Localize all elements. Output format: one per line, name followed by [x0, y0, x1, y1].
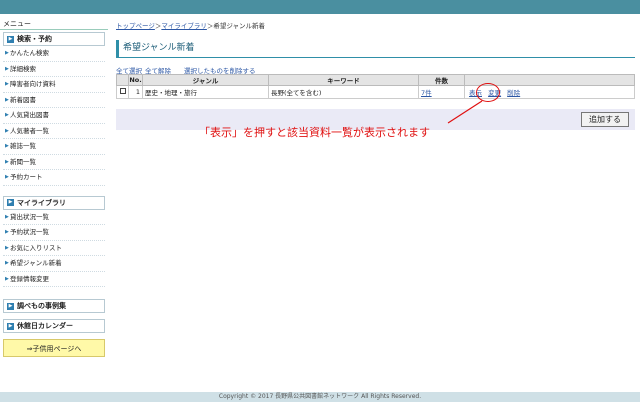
row-checkbox[interactable]	[119, 88, 126, 94]
square-bullet-icon: ▶	[7, 199, 14, 206]
menu-item-popular-loans[interactable]: ▶ 人気貸出図書	[3, 108, 105, 124]
menu-item-new-books[interactable]: ▶ 新着図書	[3, 93, 105, 108]
genre-table: No. ジャンル キーワード 件数 1 歴史・地理・旅行 長野(全てを含む) 7…	[116, 74, 635, 99]
menu-item-registration-change[interactable]: ▶ 登録情報変更	[3, 272, 105, 287]
row-keyword: 長野(全てを含む)	[268, 85, 419, 99]
menu-item-label: 貸出状況一覧	[10, 212, 49, 221]
menu-item-genre-new-arrivals[interactable]: ▶ 希望ジャンル新着	[3, 256, 105, 272]
highlight-circle	[476, 83, 500, 102]
menu-item-label: 障害者向け資料	[10, 80, 56, 88]
arrow-icon: ▶	[5, 127, 9, 134]
menu-item-label: 詳細検索	[10, 64, 36, 73]
menu-section-research-cases[interactable]: ▶ 調べもの事例集	[3, 299, 105, 313]
square-bullet-icon: ▶	[7, 322, 14, 330]
arrow-icon: ▶	[5, 65, 9, 72]
table-header-row: No. ジャンル キーワード 件数	[116, 74, 635, 86]
menu-item-favorites[interactable]: ▶ お気に入りリスト	[3, 241, 105, 256]
arrow-icon: ▶	[5, 143, 9, 149]
menu-title: メニュー	[0, 18, 108, 30]
menu-item-label: かんたん検索	[10, 49, 49, 57]
menu-item-accessible-materials[interactable]: ▶ 障害者向け資料	[3, 77, 105, 93]
page-title: 希望ジャンル新着	[116, 40, 635, 58]
row-count-link[interactable]: 7件	[421, 89, 432, 97]
table-row: 1 歴史・地理・旅行 長野(全てを含む) 7件 表示 変更 削除	[116, 85, 635, 99]
menu-item-label: 予約カート	[10, 173, 43, 181]
menu-section-label: 調べもの事例集	[17, 302, 66, 310]
header-keyword: キーワード	[268, 74, 419, 86]
row-checkbox-cell	[116, 85, 129, 99]
row-no: 1	[128, 85, 143, 99]
header-no: No.	[128, 74, 143, 86]
menu-section-label: 休館日カレンダー	[17, 322, 73, 330]
annotation-text: 「表示」を押すと該当資料一覧が表示されます	[199, 126, 430, 139]
menu-item-advanced-search[interactable]: ▶ 詳細検索	[3, 62, 105, 77]
menu-item-label: 雑誌一覧	[10, 142, 36, 150]
arrow-icon: ▶	[5, 158, 9, 165]
menu-item-label: 人気著者一覧	[10, 126, 49, 135]
top-bar	[0, 0, 640, 14]
arrow-icon: ▶	[5, 229, 9, 235]
breadcrumb-current: 希望ジャンル新着	[213, 22, 266, 30]
menu-item-easy-search[interactable]: ▶ かんたん検索	[3, 46, 105, 62]
breadcrumb: トップページ＞マイライブラリ＞希望ジャンル新着	[116, 20, 265, 30]
arrow-icon: ▶	[5, 213, 9, 220]
menu-item-label: 希望ジャンル新着	[10, 259, 62, 267]
arrow-icon: ▶	[5, 275, 9, 282]
breadcrumb-home-link[interactable]: トップページ	[116, 22, 155, 30]
arrow-icon: ▶	[5, 244, 9, 251]
row-count-cell: 7件	[418, 85, 465, 99]
header-checkbox	[116, 74, 129, 86]
header-genre: ジャンル	[142, 74, 269, 86]
menu-item-popular-authors[interactable]: ▶ 人気著者一覧	[3, 124, 105, 139]
square-bullet-icon: ▶	[7, 35, 14, 43]
menu-item-label: 予約状況一覧	[10, 228, 49, 236]
kids-page-link[interactable]: ⇒子供用ページへ	[3, 339, 105, 357]
menu-item-label: お気に入りリスト	[10, 243, 62, 252]
add-button[interactable]: 追加する	[581, 112, 629, 127]
menu-item-newspapers[interactable]: ▶ 新聞一覧	[3, 155, 105, 170]
sidebar: メニュー ▶ 検索・予約 ▶ かんたん検索 ▶ 詳細検索 ▶ 障害者向け資料 ▶ 新着図…	[0, 18, 108, 357]
menu-item-reservation-cart[interactable]: ▶ 予約カート	[3, 170, 105, 186]
arrow-icon: ▶	[5, 96, 9, 103]
menu-section-search[interactable]: ▶ 検索・予約	[3, 32, 105, 46]
arrow-icon: ▶	[5, 174, 9, 180]
row-genre: 歴史・地理・旅行	[142, 85, 269, 99]
breadcrumb-mylibrary-link[interactable]: マイライブラリ	[161, 22, 207, 30]
menu-section-mylibrary[interactable]: ▶ マイライブラリ	[3, 195, 105, 210]
footer: Copyright © 2017 長野県公共図書館ネットワーク All Righ…	[0, 392, 640, 402]
menu-item-magazines[interactable]: ▶ 雑誌一覧	[3, 139, 105, 155]
header-count: 件数	[418, 74, 465, 86]
square-bullet-icon: ▶	[7, 302, 14, 310]
menu-section-label: マイライブラリ	[17, 198, 66, 207]
menu-section-label: 検索・予約	[17, 35, 52, 43]
arrow-icon: ▶	[5, 260, 9, 266]
menu-item-label: 新着図書	[10, 95, 36, 104]
arrow-icon: ▶	[5, 81, 9, 87]
arrow-icon: ▶	[5, 50, 9, 56]
menu-item-label: 人気貸出図書	[10, 111, 49, 119]
arrow-icon: ▶	[5, 112, 9, 118]
menu-item-reservation-status[interactable]: ▶ 予約状況一覧	[3, 225, 105, 241]
menu-item-loan-status[interactable]: ▶ 貸出状況一覧	[3, 210, 105, 225]
menu-section-closed-calendar[interactable]: ▶ 休館日カレンダー	[3, 319, 105, 333]
menu-item-label: 登録情報変更	[10, 274, 49, 283]
delete-link[interactable]: 削除	[507, 89, 520, 97]
menu-item-label: 新聞一覧	[10, 157, 36, 166]
